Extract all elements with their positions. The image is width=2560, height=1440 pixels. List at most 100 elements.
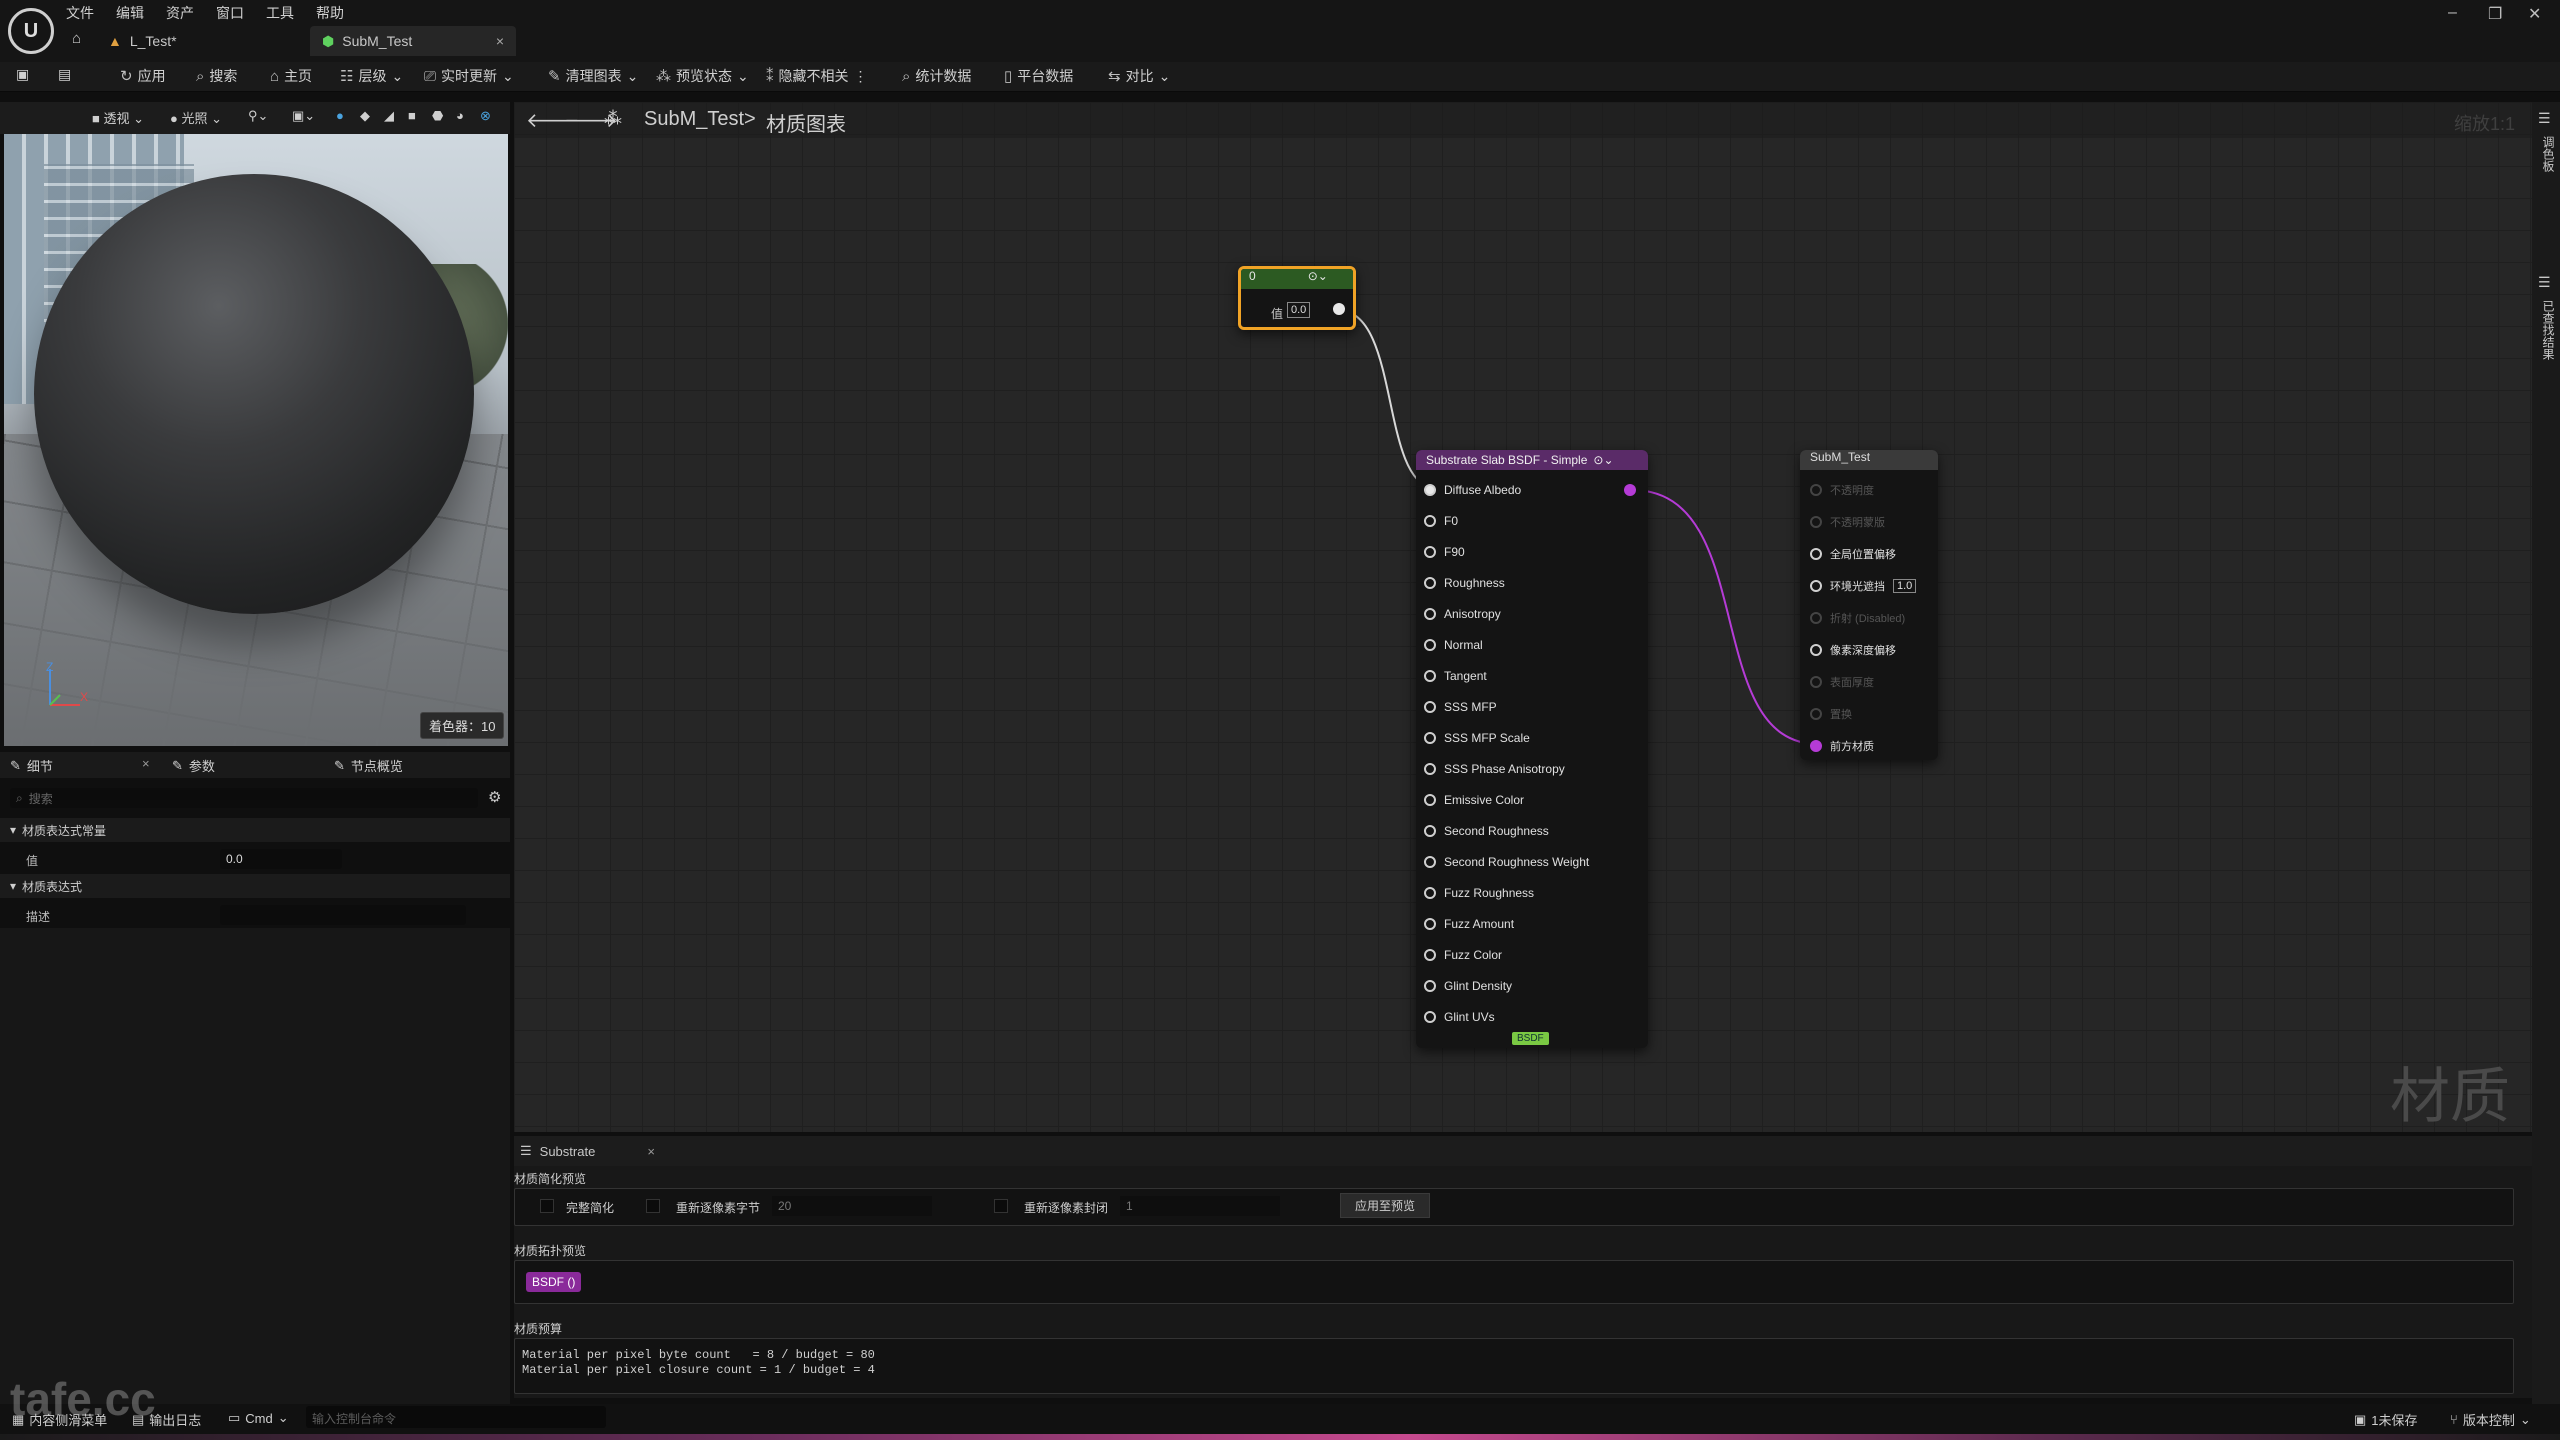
pin-connector-icon[interactable]	[1424, 732, 1436, 744]
bsdf-pin-label: Fuzz Color	[1444, 948, 1503, 962]
output-input-pin[interactable]: 前方材质	[1810, 736, 1874, 756]
unsaved-label: 1未保存	[2371, 1413, 2418, 1428]
bsdf-input-pin[interactable]: SSS MFP	[1424, 697, 1497, 717]
constant-value-field[interactable]: 0.0	[1287, 302, 1311, 318]
pin-connector-icon[interactable]	[1424, 980, 1436, 992]
bsdf-input-pin[interactable]: SSS MFP Scale	[1424, 728, 1530, 748]
pin-connector-icon[interactable]	[1810, 580, 1822, 592]
source-control-button[interactable]: ⑂ 版本控制 ⌄	[2450, 1410, 2531, 1429]
pin-connector-icon[interactable]	[1424, 701, 1436, 713]
bsdf-input-pin[interactable]: Roughness	[1424, 573, 1505, 593]
output-pin-label: 不透明度	[1830, 485, 1874, 497]
pin-connector-icon[interactable]	[1424, 484, 1436, 496]
bsdf-pin-label: Tangent	[1444, 669, 1487, 683]
pin-connector-icon[interactable]	[1810, 612, 1822, 624]
bsdf-input-pin[interactable]: Anisotropy	[1424, 604, 1501, 624]
output-pin-label: 前方材质	[1830, 741, 1874, 753]
closure-checkbox[interactable]	[994, 1199, 1008, 1213]
palette-tab[interactable]: 调色板	[2540, 136, 2557, 172]
tab-substrate-label: Substrate	[539, 1143, 596, 1159]
pin-connector-icon[interactable]	[1424, 856, 1436, 868]
cmd-dropdown[interactable]: ▭ Cmd ⌄	[228, 1410, 289, 1426]
pin-connector-icon[interactable]	[1424, 887, 1436, 899]
bsdf-footer-tag: BSDF	[1512, 1032, 1549, 1045]
pin-connector-icon[interactable]	[1810, 484, 1822, 496]
list-icon: ☰	[520, 1143, 532, 1158]
find-results-icon[interactable]: ☰	[2538, 274, 2551, 291]
output-input-pin[interactable]: 像素深度偏移	[1810, 640, 1896, 660]
bsdf-pin-label: Second Roughness	[1444, 824, 1549, 838]
pin-connector-icon[interactable]	[1424, 763, 1436, 775]
pin-connector-icon[interactable]	[1810, 740, 1822, 752]
substrate-tab-bar	[514, 1136, 2532, 1166]
find-results-tab[interactable]: 已查找结果	[2540, 300, 2557, 360]
bsdf-input-pin[interactable]: Second Roughness Weight	[1424, 852, 1589, 872]
bsdf-input-pin[interactable]: Diffuse Albedo	[1424, 480, 1521, 500]
budget-line-bytes: Material per pixel byte count = 8 / budg…	[522, 1348, 875, 1362]
source-control-label: 版本控制	[2462, 1413, 2515, 1428]
closure-field[interactable]: 1	[1120, 1196, 1280, 1216]
pin-connector-icon[interactable]	[1424, 608, 1436, 620]
constant-output-pin[interactable]	[1333, 303, 1345, 315]
bsdf-input-pin[interactable]: Fuzz Amount	[1424, 914, 1514, 934]
pin-connector-icon[interactable]	[1424, 577, 1436, 589]
pin-connector-icon[interactable]	[1424, 949, 1436, 961]
pin-connector-icon[interactable]	[1810, 548, 1822, 560]
apply-preview-button[interactable]: 应用至预览	[1340, 1193, 1431, 1218]
output-input-pin[interactable]: 不透明度	[1810, 480, 1874, 500]
bytes-checkbox[interactable]	[646, 1199, 660, 1213]
output-input-pin[interactable]: 全局位置偏移	[1810, 544, 1896, 564]
node-options-icon[interactable]: ⊙⌄	[1593, 453, 1613, 467]
unsaved-button[interactable]: ▣ 1未保存	[2354, 1410, 2418, 1429]
bsdf-input-pin[interactable]: F90	[1424, 542, 1465, 562]
topology-bsdf-chip: BSDF ()	[526, 1272, 582, 1292]
output-pin-label: 折射 (Disabled)	[1830, 613, 1906, 625]
output-pin-value-field[interactable]: 1.0	[1893, 579, 1917, 593]
bsdf-input-pin[interactable]: Tangent	[1424, 666, 1487, 686]
output-input-pin[interactable]: 环境光遮挡 1.0	[1810, 576, 1917, 596]
bsdf-input-pin[interactable]: Fuzz Color	[1424, 945, 1502, 965]
pin-connector-icon[interactable]	[1424, 825, 1436, 837]
bsdf-output-pin[interactable]	[1624, 484, 1636, 496]
pin-connector-icon[interactable]	[1424, 639, 1436, 651]
pin-connector-icon[interactable]	[1810, 676, 1822, 688]
bsdf-input-pin[interactable]: Emissive Color	[1424, 790, 1524, 810]
bsdf-pin-label: Fuzz Roughness	[1444, 886, 1535, 900]
bsdf-input-pin[interactable]: Normal	[1424, 635, 1483, 655]
full-simplify-checkbox[interactable]	[540, 1199, 554, 1213]
pin-connector-icon[interactable]	[1810, 644, 1822, 656]
palette-icon[interactable]: ☰	[2538, 110, 2551, 127]
bsdf-input-pin[interactable]: SSS Phase Anisotropy	[1424, 759, 1565, 779]
pin-connector-icon[interactable]	[1424, 918, 1436, 930]
bsdf-input-pin[interactable]: Glint Density	[1424, 976, 1512, 996]
substrate-slab-bsdf-node[interactable]: Substrate Slab BSDF - Simple ⊙⌄ Diffuse A…	[1416, 450, 1648, 1048]
bsdf-pin-label: Glint Density	[1444, 979, 1513, 993]
bsdf-input-pin[interactable]: Second Roughness	[1424, 821, 1549, 841]
topology-preview-box	[514, 1260, 2514, 1304]
pin-connector-icon[interactable]	[1424, 670, 1436, 682]
bytes-field[interactable]: 20	[772, 1196, 932, 1216]
output-input-pin[interactable]: 折射 (Disabled)	[1810, 608, 1905, 628]
node-options-icon[interactable]: ⊙⌄	[1308, 269, 1328, 283]
pin-connector-icon[interactable]	[1424, 1011, 1436, 1023]
bsdf-input-pin[interactable]: Glint UVs	[1424, 1007, 1495, 1027]
bsdf-pin-label: SSS MFP	[1444, 700, 1497, 714]
output-input-pin[interactable]: 不透明蒙版	[1810, 512, 1885, 532]
constant-node-header: 0 ⊙⌄	[1241, 269, 1353, 289]
pin-connector-icon[interactable]	[1424, 546, 1436, 558]
pin-connector-icon[interactable]	[1810, 516, 1822, 528]
pin-connector-icon[interactable]	[1424, 794, 1436, 806]
pin-connector-icon[interactable]	[1424, 515, 1436, 527]
bsdf-input-pin[interactable]: F0	[1424, 511, 1458, 531]
close-icon[interactable]: ×	[647, 1144, 655, 1159]
branch-icon: ⑂	[2450, 1412, 2458, 1427]
pin-connector-icon[interactable]	[1810, 708, 1822, 720]
output-input-pin[interactable]: 表面厚度	[1810, 672, 1874, 692]
bsdf-input-pin[interactable]: Fuzz Roughness	[1424, 883, 1534, 903]
constant-node[interactable]: 0 ⊙⌄ 值 0.0	[1238, 266, 1356, 330]
topology-preview-title: 材质拓扑预览	[514, 1244, 587, 1258]
tab-substrate[interactable]: ☰ Substrate ×	[520, 1143, 655, 1159]
output-input-pin[interactable]: 置换	[1810, 704, 1852, 724]
material-output-node[interactable]: SubM_Test 不透明度 不透明蒙版 全局位置偏移 环境光遮挡 1.0 折射 (Dis…	[1800, 450, 1938, 760]
console-command-input[interactable]: 输入控制台命令	[306, 1406, 606, 1428]
